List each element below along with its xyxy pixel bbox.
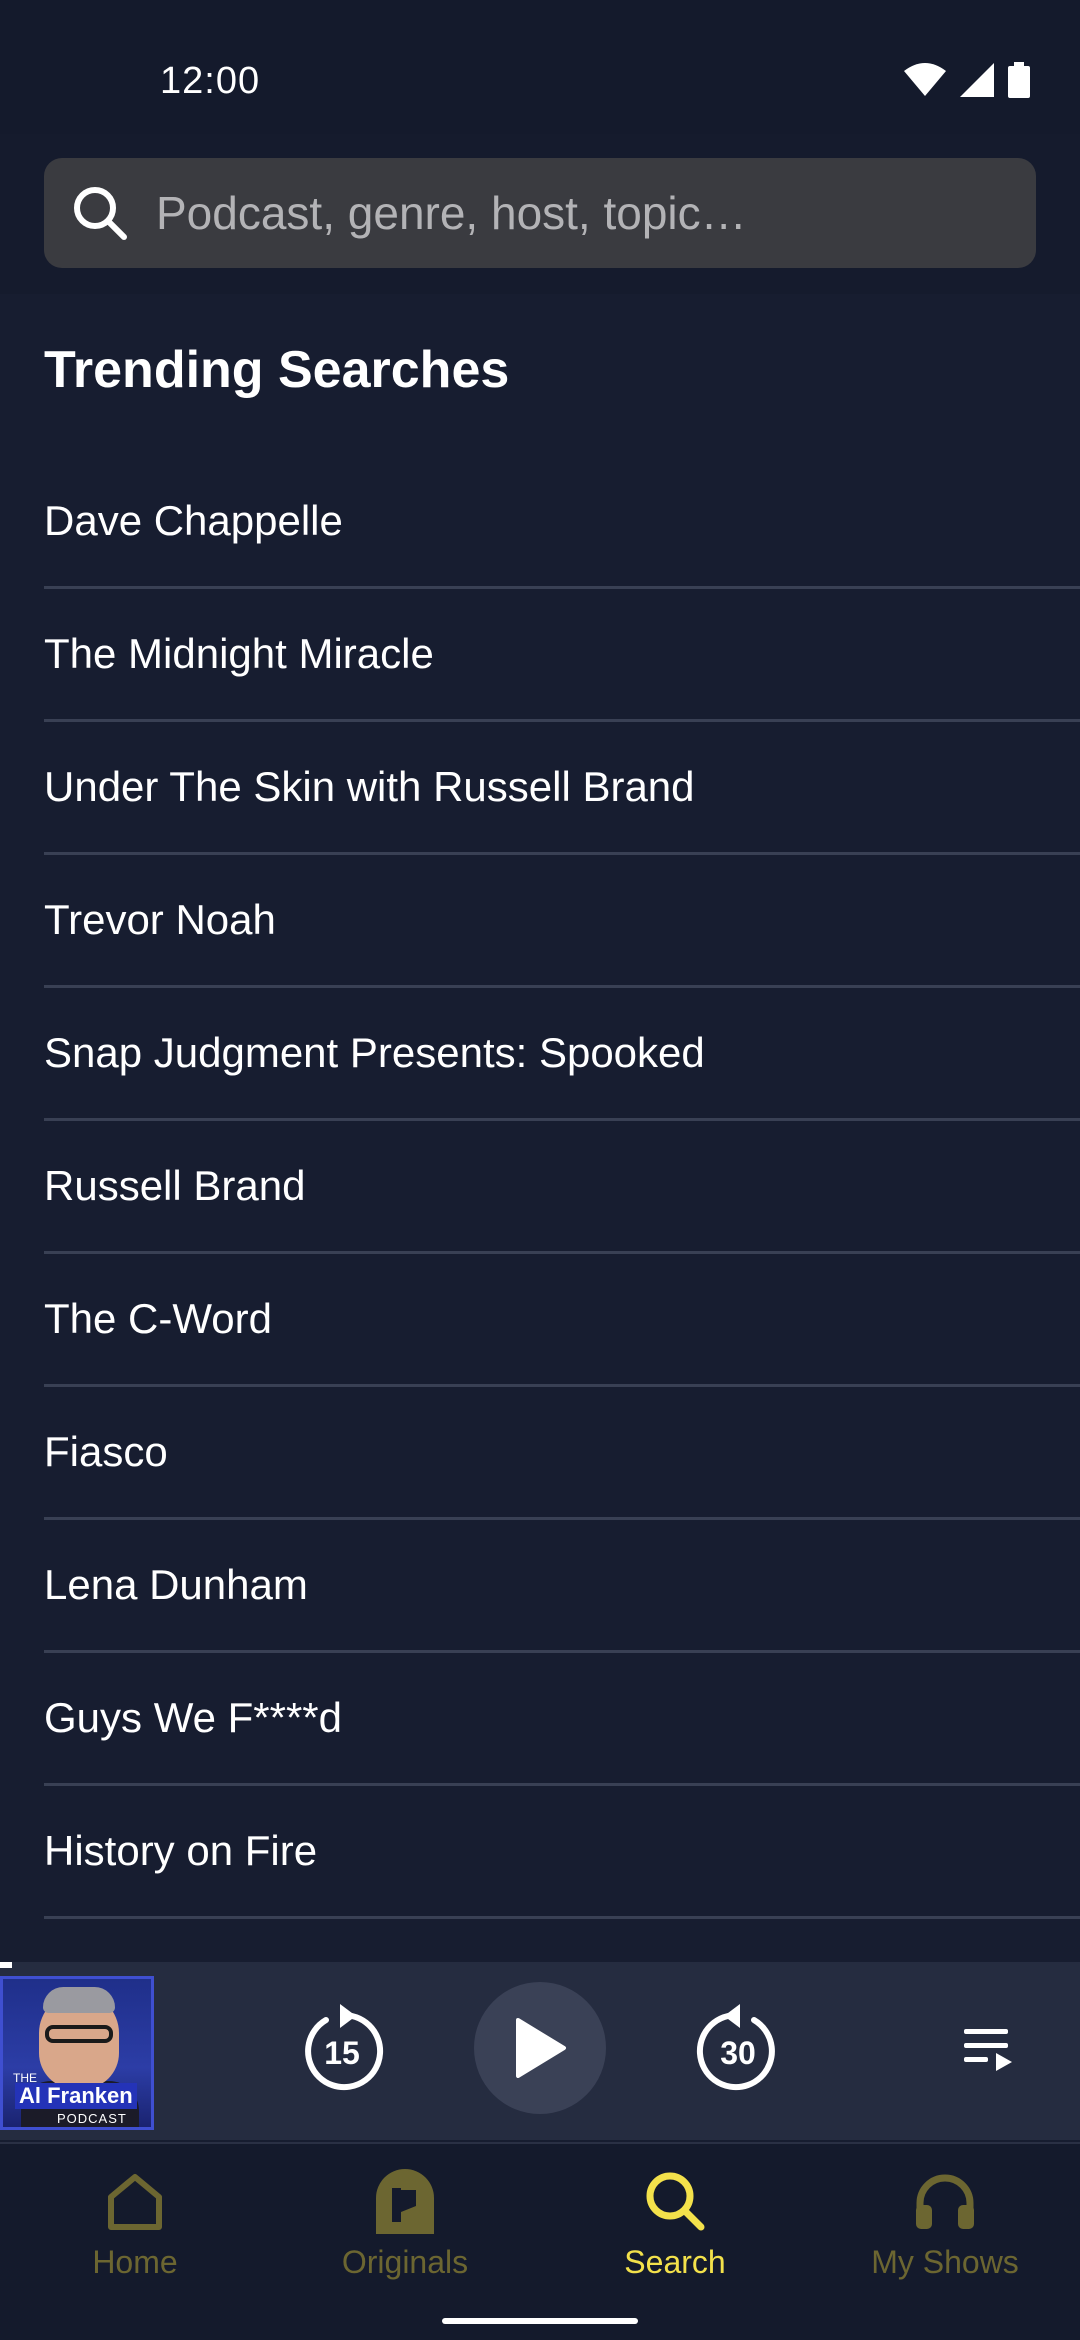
search-icon [640, 2166, 710, 2236]
queue-button[interactable] [952, 2012, 1026, 2086]
rewind-15-icon: 15 [305, 2004, 384, 2091]
forward-30-button[interactable]: 30 [692, 2004, 784, 2096]
trending-search-item[interactable]: Russell Brand [44, 1121, 1080, 1254]
svg-text:30: 30 [720, 2035, 756, 2071]
trending-search-item[interactable]: The C-Word [44, 1254, 1080, 1387]
trending-search-item[interactable]: Guys We F****d [44, 1653, 1080, 1786]
battery-icon [1008, 62, 1030, 98]
nav-search-label: Search [624, 2244, 726, 2280]
status-time: 12:00 [160, 60, 261, 102]
nav-my-shows-label: My Shows [871, 2244, 1019, 2280]
trending-search-item[interactable]: Lena Dunham [44, 1520, 1080, 1653]
trending-searches-title: Trending Searches [44, 341, 510, 399]
cover-title-sub: PODCAST [57, 2111, 127, 2126]
queue-icon [964, 2029, 1012, 2071]
trending-search-item[interactable]: Dave Chappelle [44, 456, 1080, 589]
originals-icon [370, 2166, 440, 2236]
trending-search-item[interactable]: Under The Skin with Russell Brand [44, 722, 1080, 855]
nav-home-label: Home [92, 2244, 178, 2280]
trending-search-item[interactable]: Trevor Noah [44, 855, 1080, 988]
trending-search-item[interactable]: Snap Judgment Presents: Spooked [44, 988, 1080, 1121]
nav-my-shows[interactable]: My Shows [810, 2166, 1080, 2281]
trending-search-item[interactable]: The Midnight Miracle [44, 589, 1080, 722]
nav-originals-label: Originals [341, 2244, 469, 2280]
nav-home[interactable]: Home [0, 2166, 270, 2281]
forward-30-icon: 30 [696, 2004, 775, 2091]
status-icons [904, 62, 1030, 98]
svg-text:15: 15 [324, 2035, 360, 2071]
rewind-15-button[interactable]: 15 [296, 2004, 388, 2096]
headphones-icon [910, 2166, 980, 2236]
play-button[interactable] [474, 1982, 606, 2114]
wifi-icon [904, 63, 946, 96]
search-icon [70, 183, 130, 243]
playback-progress-bar[interactable] [0, 1962, 12, 1968]
cover-title-name: Al Franken [15, 2083, 137, 2109]
trending-search-item[interactable]: Fiasco [44, 1387, 1080, 1520]
nav-search[interactable]: Search [540, 2166, 810, 2281]
home-icon [100, 2166, 170, 2236]
mini-player[interactable]: THE Al Franken PODCAST 15 30 [0, 1962, 1080, 2140]
episode-cover-art[interactable]: THE Al Franken PODCAST [0, 1976, 154, 2130]
nav-originals[interactable]: Originals [270, 2166, 540, 2281]
bottom-nav: Home Originals Search My Shows [0, 2142, 1080, 2340]
status-bar: 12:00 [0, 0, 1080, 134]
home-indicator[interactable] [442, 2318, 638, 2324]
trending-search-item[interactable]: History on Fire [44, 1786, 1080, 1919]
play-icon [516, 2018, 566, 2078]
search-input[interactable] [154, 172, 1036, 254]
search-box[interactable] [44, 158, 1036, 268]
trending-search-item[interactable]: How to Sh... [44, 1919, 1080, 1960]
trending-list: Dave Chappelle The Midnight Miracle Under … [44, 456, 1080, 1960]
search-area [0, 134, 1080, 294]
cellular-signal-icon [960, 63, 994, 97]
